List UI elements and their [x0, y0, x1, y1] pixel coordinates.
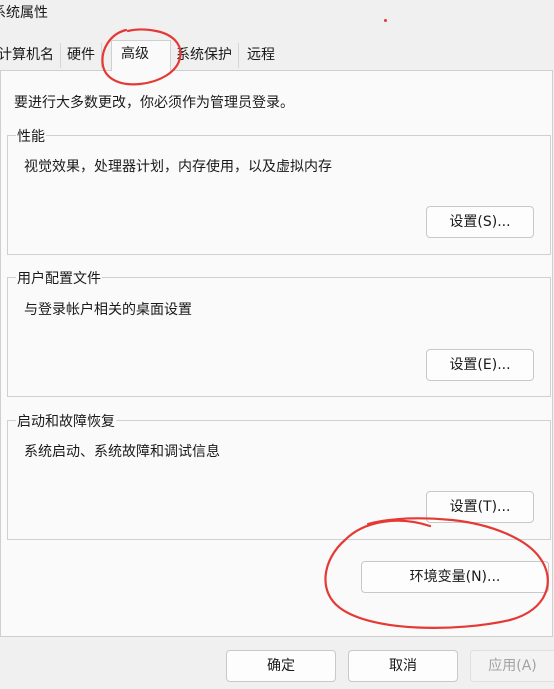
- user-profiles-settings-button[interactable]: 设置(E)...: [426, 349, 534, 381]
- startup-recovery-description: 系统启动、系统故障和调试信息: [24, 444, 220, 460]
- performance-title: 性能: [16, 126, 46, 146]
- apply-button[interactable]: 应用(A): [470, 650, 554, 682]
- startup-recovery-settings-button[interactable]: 设置(T)...: [426, 491, 534, 523]
- ok-button[interactable]: 确定: [226, 650, 336, 682]
- tab-advanced[interactable]: 高级: [111, 40, 171, 71]
- environment-variables-button[interactable]: 环境变量(N)...: [361, 561, 549, 593]
- tab-computer-name[interactable]: 计算机名: [0, 43, 61, 68]
- tab-remote[interactable]: 远程: [241, 43, 281, 68]
- performance-settings-button[interactable]: 设置(S)...: [426, 206, 534, 238]
- tab-system-protection[interactable]: 系统保护: [170, 43, 239, 68]
- user-profiles-description: 与登录帐户相关的桌面设置: [24, 302, 192, 318]
- startup-recovery-title: 启动和故障恢复: [16, 411, 116, 431]
- tab-hardware[interactable]: 硬件: [61, 43, 102, 68]
- window-title: 系统属性: [0, 5, 48, 21]
- tab-strip: 计算机名 硬件 高级 系统保护 远程: [0, 40, 554, 71]
- cancel-button[interactable]: 取消: [348, 650, 458, 682]
- annotation-dot: [384, 19, 387, 22]
- performance-description: 视觉效果，处理器计划，内存使用，以及虚拟内存: [24, 159, 332, 175]
- admin-notice: 要进行大多数更改，你必须作为管理员登录。: [14, 95, 294, 111]
- user-profiles-title: 用户配置文件: [16, 268, 102, 288]
